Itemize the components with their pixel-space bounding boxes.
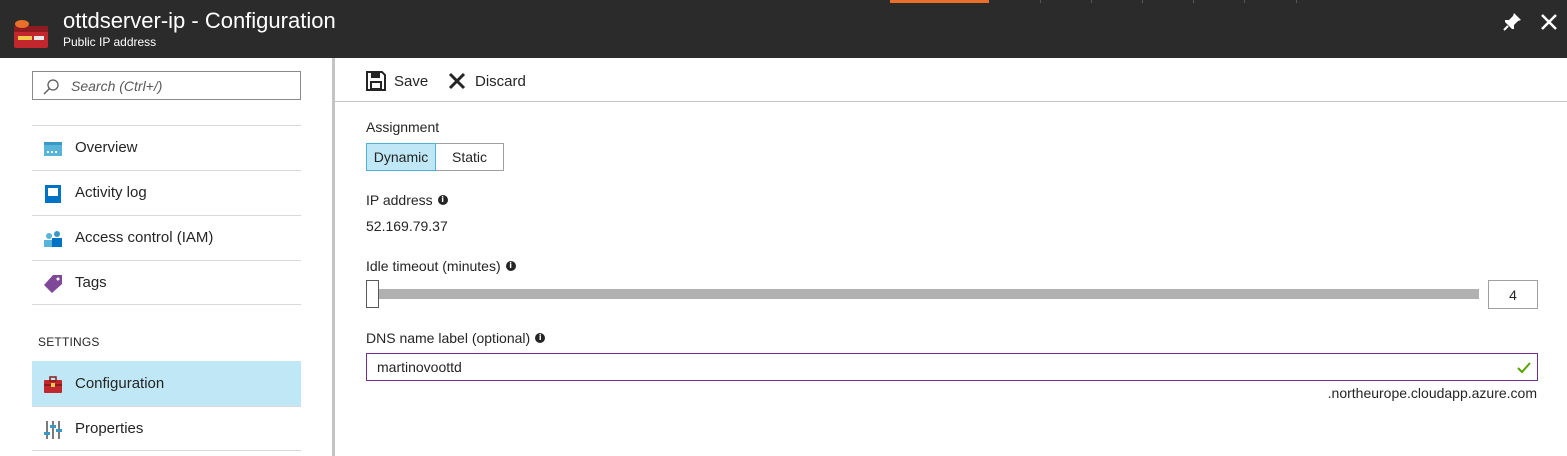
discard-icon: [448, 72, 466, 90]
dns-label-field[interactable]: [366, 353, 1538, 381]
save-icon: [366, 71, 386, 91]
dns-label-label: DNS name label (optional) i: [366, 330, 546, 346]
assignment-toggle[interactable]: Dynamic Static: [366, 143, 504, 171]
assignment-option-static[interactable]: Static: [436, 144, 503, 170]
dns-label-input[interactable]: [377, 357, 1497, 377]
iam-icon: [44, 231, 62, 247]
idle-timeout-slider-thumb[interactable]: [366, 280, 379, 308]
resource-menu: Overview Activity log Access control (IA…: [0, 58, 332, 456]
checkmark-icon: [1517, 362, 1531, 374]
configuration-icon: [44, 376, 62, 393]
sidebar-item-label: Overview: [75, 139, 138, 156]
properties-icon: [44, 421, 62, 439]
pin-icon[interactable]: [1500, 10, 1524, 34]
info-icon[interactable]: i: [535, 333, 546, 343]
search-icon: [43, 79, 59, 95]
dns-suffix: .northeurope.cloudapp.azure.com: [1327, 385, 1537, 401]
discard-button[interactable]: Discard: [447, 69, 526, 93]
sidebar-item-label: Activity log: [75, 184, 147, 201]
search-input[interactable]: [71, 75, 296, 96]
sidebar-item-overview[interactable]: Overview: [32, 125, 301, 170]
discard-label: Discard: [475, 72, 526, 90]
idle-timeout-slider-track[interactable]: [374, 289, 1479, 299]
sidebar-item-configuration[interactable]: Configuration: [32, 361, 301, 406]
idle-timeout-label: Idle timeout (minutes) i: [366, 258, 516, 274]
ip-address-label: IP address i: [366, 192, 448, 208]
overview-icon: [44, 142, 62, 156]
header-accent-bar: [890, 0, 989, 3]
activity-log-icon: [45, 185, 61, 203]
ip-address-value: 52.169.79.37: [366, 218, 448, 234]
info-icon[interactable]: i: [437, 195, 448, 205]
sidebar-item-label: Properties: [75, 420, 144, 437]
sidebar-item-iam[interactable]: Access control (IAM): [32, 215, 301, 260]
info-icon[interactable]: i: [505, 261, 516, 271]
search-box[interactable]: [32, 71, 301, 100]
save-label: Save: [394, 72, 429, 90]
page-subtitle: Public IP address: [63, 35, 157, 49]
close-icon[interactable]: [1537, 10, 1561, 34]
sidebar-item-properties[interactable]: Properties: [32, 406, 301, 451]
configuration-panel: Save Discard Assignment Dynamic Static I…: [335, 58, 1567, 456]
assignment-label: Assignment: [366, 119, 440, 135]
nav-list: Overview Activity log Access control (IA…: [32, 125, 301, 305]
sidebar-item-activity-log[interactable]: Activity log: [32, 170, 301, 215]
settings-nav-list: Configuration Properties: [32, 361, 301, 451]
sidebar-item-label: Configuration: [75, 375, 165, 392]
sidebar-item-label: Tags: [75, 274, 107, 291]
settings-section-label: SETTINGS: [38, 335, 100, 349]
assignment-option-dynamic[interactable]: Dynamic: [366, 143, 436, 171]
sidebar-item-tags[interactable]: Tags: [32, 260, 301, 305]
sidebar-item-label: Access control (IAM): [75, 229, 214, 246]
page-title: ottdserver-ip - Configuration: [63, 8, 336, 33]
public-ip-icon: [14, 20, 48, 48]
tag-icon: [44, 275, 62, 293]
command-bar: Save Discard: [335, 58, 1567, 102]
save-button[interactable]: Save: [366, 69, 428, 93]
blade-header: ottdserver-ip - Configuration Public IP …: [0, 0, 1567, 58]
idle-timeout-value-box[interactable]: 4: [1488, 280, 1538, 309]
